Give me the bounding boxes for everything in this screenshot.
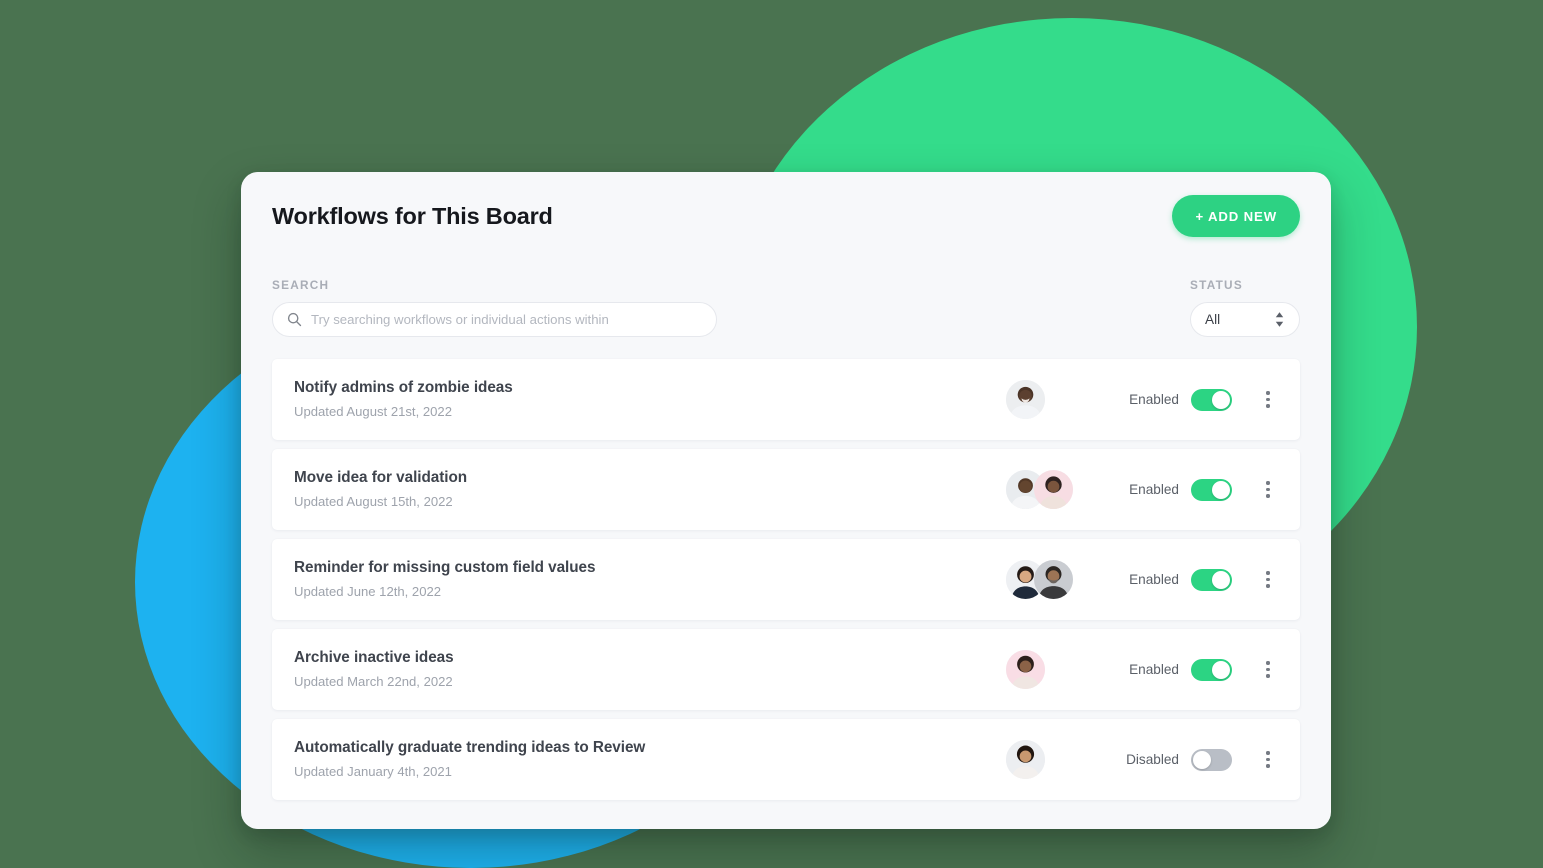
assignee-avatars bbox=[1000, 560, 1092, 599]
workflow-title: Archive inactive ideas bbox=[294, 649, 454, 667]
table-row[interactable]: Automatically graduate trending ideas to… bbox=[272, 719, 1300, 800]
stepper-updown-icon bbox=[1275, 312, 1284, 327]
toggle-knob bbox=[1212, 390, 1230, 409]
add-new-button[interactable]: + ADD NEW bbox=[1172, 195, 1300, 237]
workflow-title: Automatically graduate trending ideas to… bbox=[294, 739, 646, 757]
table-row[interactable]: Archive inactive ideas Updated March 22n… bbox=[272, 629, 1300, 710]
status-cell: Enabled bbox=[1110, 568, 1232, 591]
table-row[interactable]: Reminder for missing custom field values… bbox=[272, 539, 1300, 620]
workflow-title: Notify admins of zombie ideas bbox=[294, 379, 513, 397]
enable-toggle[interactable] bbox=[1191, 478, 1232, 501]
table-row[interactable]: Notify admins of zombie ideas Updated Au… bbox=[272, 359, 1300, 440]
workflow-title: Reminder for missing custom field values bbox=[294, 559, 596, 577]
avatar[interactable] bbox=[1006, 740, 1045, 779]
table-row[interactable]: Move idea for validation Updated August … bbox=[272, 449, 1300, 530]
status-selected-value: All bbox=[1205, 312, 1221, 327]
search-field-group: SEARCH bbox=[272, 278, 717, 337]
status-badge: Enabled bbox=[1129, 482, 1179, 497]
status-cell: Enabled bbox=[1110, 658, 1232, 681]
assignee-avatars bbox=[1000, 380, 1092, 419]
toggle-knob bbox=[1193, 750, 1211, 769]
workflow-updated: Updated August 21st, 2022 bbox=[294, 403, 452, 419]
enable-toggle[interactable] bbox=[1191, 748, 1232, 771]
avatar[interactable] bbox=[1006, 380, 1045, 419]
row-menu-icon[interactable] bbox=[1258, 479, 1278, 501]
toggle-knob bbox=[1212, 570, 1230, 589]
status-cell: Disabled bbox=[1110, 748, 1232, 771]
workflows-card: Workflows for This Board + ADD NEW SEARC… bbox=[241, 172, 1331, 829]
status-badge: Enabled bbox=[1129, 392, 1179, 407]
row-text-group: Archive inactive ideas Updated March 22n… bbox=[294, 649, 1000, 689]
status-cell: Enabled bbox=[1110, 388, 1232, 411]
avatar[interactable] bbox=[1034, 470, 1073, 509]
row-menu-icon[interactable] bbox=[1258, 749, 1278, 771]
status-field-group: STATUS All bbox=[1190, 278, 1300, 337]
assignee-avatars bbox=[1000, 470, 1092, 509]
row-text-group: Reminder for missing custom field values… bbox=[294, 559, 1000, 599]
search-label: SEARCH bbox=[272, 278, 330, 292]
workflow-updated: Updated January 4th, 2021 bbox=[294, 763, 452, 779]
status-cell: Enabled bbox=[1110, 478, 1232, 501]
status-badge: Enabled bbox=[1129, 662, 1179, 677]
row-text-group: Move idea for validation Updated August … bbox=[294, 469, 1000, 509]
status-select[interactable]: All bbox=[1190, 302, 1300, 337]
toggle-knob bbox=[1212, 660, 1230, 679]
enable-toggle[interactable] bbox=[1191, 568, 1232, 591]
assignee-avatars bbox=[1000, 650, 1092, 689]
enable-toggle[interactable] bbox=[1191, 388, 1232, 411]
workflow-list: Notify admins of zombie ideas Updated Au… bbox=[241, 359, 1331, 800]
workflow-updated: Updated August 15th, 2022 bbox=[294, 493, 453, 509]
card-header: Workflows for This Board + ADD NEW bbox=[241, 172, 1331, 260]
workflow-title: Move idea for validation bbox=[294, 469, 468, 487]
workflow-updated: Updated March 22nd, 2022 bbox=[294, 673, 453, 689]
row-menu-icon[interactable] bbox=[1258, 659, 1278, 681]
row-menu-icon[interactable] bbox=[1258, 389, 1278, 411]
avatar[interactable] bbox=[1006, 650, 1045, 689]
row-text-group: Automatically graduate trending ideas to… bbox=[294, 739, 1000, 779]
page-title: Workflows for This Board bbox=[272, 203, 553, 230]
avatar[interactable] bbox=[1034, 560, 1073, 599]
status-label: STATUS bbox=[1190, 278, 1243, 292]
status-badge: Enabled bbox=[1129, 572, 1179, 587]
row-menu-icon[interactable] bbox=[1258, 569, 1278, 591]
row-text-group: Notify admins of zombie ideas Updated Au… bbox=[294, 379, 1000, 419]
search-icon bbox=[287, 312, 302, 327]
assignee-avatars bbox=[1000, 740, 1092, 779]
search-box[interactable] bbox=[272, 302, 717, 337]
enable-toggle[interactable] bbox=[1191, 658, 1232, 681]
workflow-updated: Updated June 12th, 2022 bbox=[294, 583, 442, 599]
toggle-knob bbox=[1212, 480, 1230, 499]
filter-row: SEARCH STATUS All bbox=[241, 278, 1331, 337]
search-input[interactable] bbox=[311, 303, 704, 336]
status-badge: Disabled bbox=[1126, 752, 1179, 767]
